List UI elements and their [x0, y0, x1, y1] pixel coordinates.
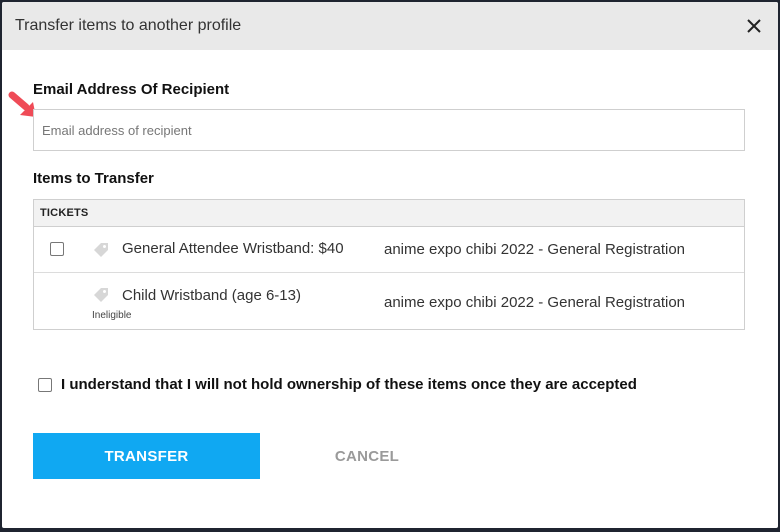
ticket-event: anime expo chibi 2022 - General Registra…: [384, 294, 686, 311]
transfer-button[interactable]: TRANSFER: [33, 433, 260, 479]
ticket-row: Child Wristband (age 6-13) Ineligible an…: [34, 273, 744, 329]
transfer-dialog: Transfer items to another profile Email …: [2, 2, 778, 528]
ticket-event: anime expo chibi 2022 - General Registra…: [384, 241, 686, 258]
dialog-header: Transfer items to another profile: [2, 2, 778, 50]
dialog-title: Transfer items to another profile: [15, 17, 242, 34]
close-icon: [747, 19, 761, 33]
ticket-row: General Attendee Wristband: $40 anime ex…: [34, 227, 744, 273]
agreement-row: I understand that I will not hold owners…: [38, 376, 637, 393]
email-label: Email Address Of Recipient: [33, 81, 230, 98]
close-button[interactable]: [742, 14, 766, 38]
items-label: Items to Transfer: [33, 170, 154, 187]
ticket-name: Child Wristband (age 6-13): [122, 287, 301, 304]
cancel-button[interactable]: CANCEL: [302, 433, 432, 479]
ticket-name: General Attendee Wristband: $40: [122, 240, 344, 257]
ticket-tag-icon: [94, 288, 108, 302]
ineligible-note: Ineligible: [92, 310, 132, 321]
tickets-table: TICKETS General Attendee Wristband: $40 …: [33, 199, 745, 330]
recipient-email-input[interactable]: [33, 109, 745, 151]
agreement-checkbox[interactable]: [38, 377, 52, 392]
ticket-select-checkbox[interactable]: [50, 242, 64, 256]
tickets-table-header: TICKETS: [34, 200, 744, 227]
agreement-label: I understand that I will not hold owners…: [61, 376, 637, 393]
ticket-tag-icon: [94, 243, 108, 257]
